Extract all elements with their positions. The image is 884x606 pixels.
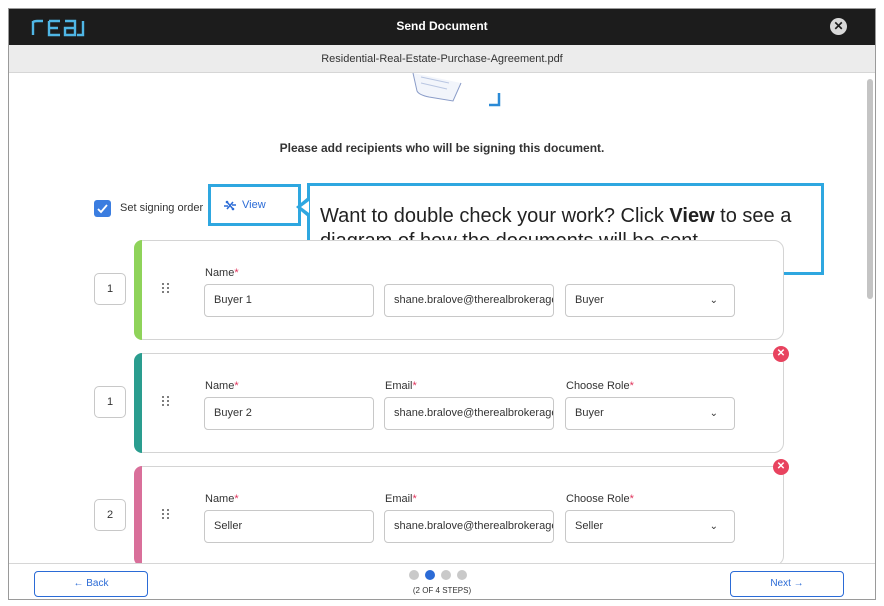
signing-order-input[interactable]: 1 xyxy=(94,386,126,418)
email-field[interactable]: shane.bralove@therealbrokerage.com xyxy=(384,510,554,543)
recipients-content: Please add recipients who will be signin… xyxy=(9,73,875,563)
signing-order-input[interactable]: 2 xyxy=(94,499,126,531)
role-select[interactable]: Seller ⌄ xyxy=(565,510,735,543)
document-illustration xyxy=(412,73,501,107)
step-indicator xyxy=(409,570,473,580)
scrollbar[interactable] xyxy=(867,79,873,299)
step-dot-current xyxy=(425,570,435,580)
recipient-card: Name* Buyer 1 shane.bralove@therealbroke… xyxy=(134,240,784,340)
title-bar: Send Document ✕ xyxy=(9,9,875,45)
recipient-color-bar xyxy=(134,353,142,453)
signing-order-toggle[interactable]: Set signing order xyxy=(94,199,203,217)
role-label: Choose Role* xyxy=(566,493,634,505)
check-icon xyxy=(97,203,108,213)
remove-recipient-icon[interactable]: ✕ xyxy=(773,459,789,475)
file-name-bar: Residential-Real-Estate-Purchase-Agreeme… xyxy=(9,45,875,73)
instructions-text: Please add recipients who will be signin… xyxy=(279,141,605,155)
view-link-label: View xyxy=(242,199,266,211)
chevron-down-icon: ⌄ xyxy=(709,408,718,419)
name-field[interactable]: Buyer 2 xyxy=(204,397,374,430)
email-label: Email* xyxy=(385,380,417,392)
role-value: Seller xyxy=(575,520,604,532)
drag-handle-icon[interactable] xyxy=(162,396,170,406)
drag-handle-icon[interactable] xyxy=(162,283,170,293)
diagram-icon xyxy=(224,200,236,211)
name-field[interactable]: Seller xyxy=(204,510,374,543)
role-value: Buyer xyxy=(575,407,604,419)
close-icon[interactable]: ✕ xyxy=(830,18,847,35)
modal-title: Send Document xyxy=(396,19,488,33)
recipient-card: Name* Email* Choose Role* Buyer 2 shane.… xyxy=(134,353,784,453)
step-dot xyxy=(409,570,419,580)
role-select[interactable]: Buyer ⌄ xyxy=(565,397,735,430)
name-label: Name* xyxy=(205,493,239,505)
name-field[interactable]: Buyer 1 xyxy=(204,284,374,317)
email-field[interactable]: shane.bralove@therealbrokerage.com xyxy=(384,284,554,317)
signing-order-input[interactable]: 1 xyxy=(94,273,126,305)
step-dot xyxy=(441,570,451,580)
next-button[interactable]: Next → xyxy=(730,571,844,597)
role-value: Buyer xyxy=(575,294,604,306)
chevron-down-icon: ⌄ xyxy=(709,295,718,306)
drag-handle-icon[interactable] xyxy=(162,509,170,519)
view-diagram-link[interactable]: View xyxy=(208,184,301,226)
recipient-card: Name* Email* Choose Role* Seller shane.b… xyxy=(134,466,784,563)
email-label: Email* xyxy=(385,493,417,505)
name-label: Name* xyxy=(205,380,239,392)
role-select[interactable]: Buyer ⌄ xyxy=(565,284,735,317)
step-dot xyxy=(457,570,467,580)
name-label: Name* xyxy=(205,267,239,279)
tooltip-text-start: Want to double check your work? Click xyxy=(320,205,670,227)
chevron-down-icon: ⌄ xyxy=(709,521,718,532)
tooltip-pointer-fill xyxy=(301,201,309,213)
email-field[interactable]: shane.bralove@therealbrokerage.com xyxy=(384,397,554,430)
signing-order-checkbox[interactable] xyxy=(94,199,111,217)
role-label: Choose Role* xyxy=(566,380,634,392)
wizard-footer: ← Back (2 OF 4 STEPS) Next → xyxy=(9,563,875,599)
tooltip-text-bold: View xyxy=(669,205,715,227)
signing-order-label: Set signing order xyxy=(120,202,204,214)
remove-recipient-icon[interactable]: ✕ xyxy=(773,346,789,362)
recipient-color-bar xyxy=(134,240,142,340)
recipient-color-bar xyxy=(134,466,142,563)
send-document-modal: Send Document ✕ Residential-Real-Estate-… xyxy=(8,8,876,600)
